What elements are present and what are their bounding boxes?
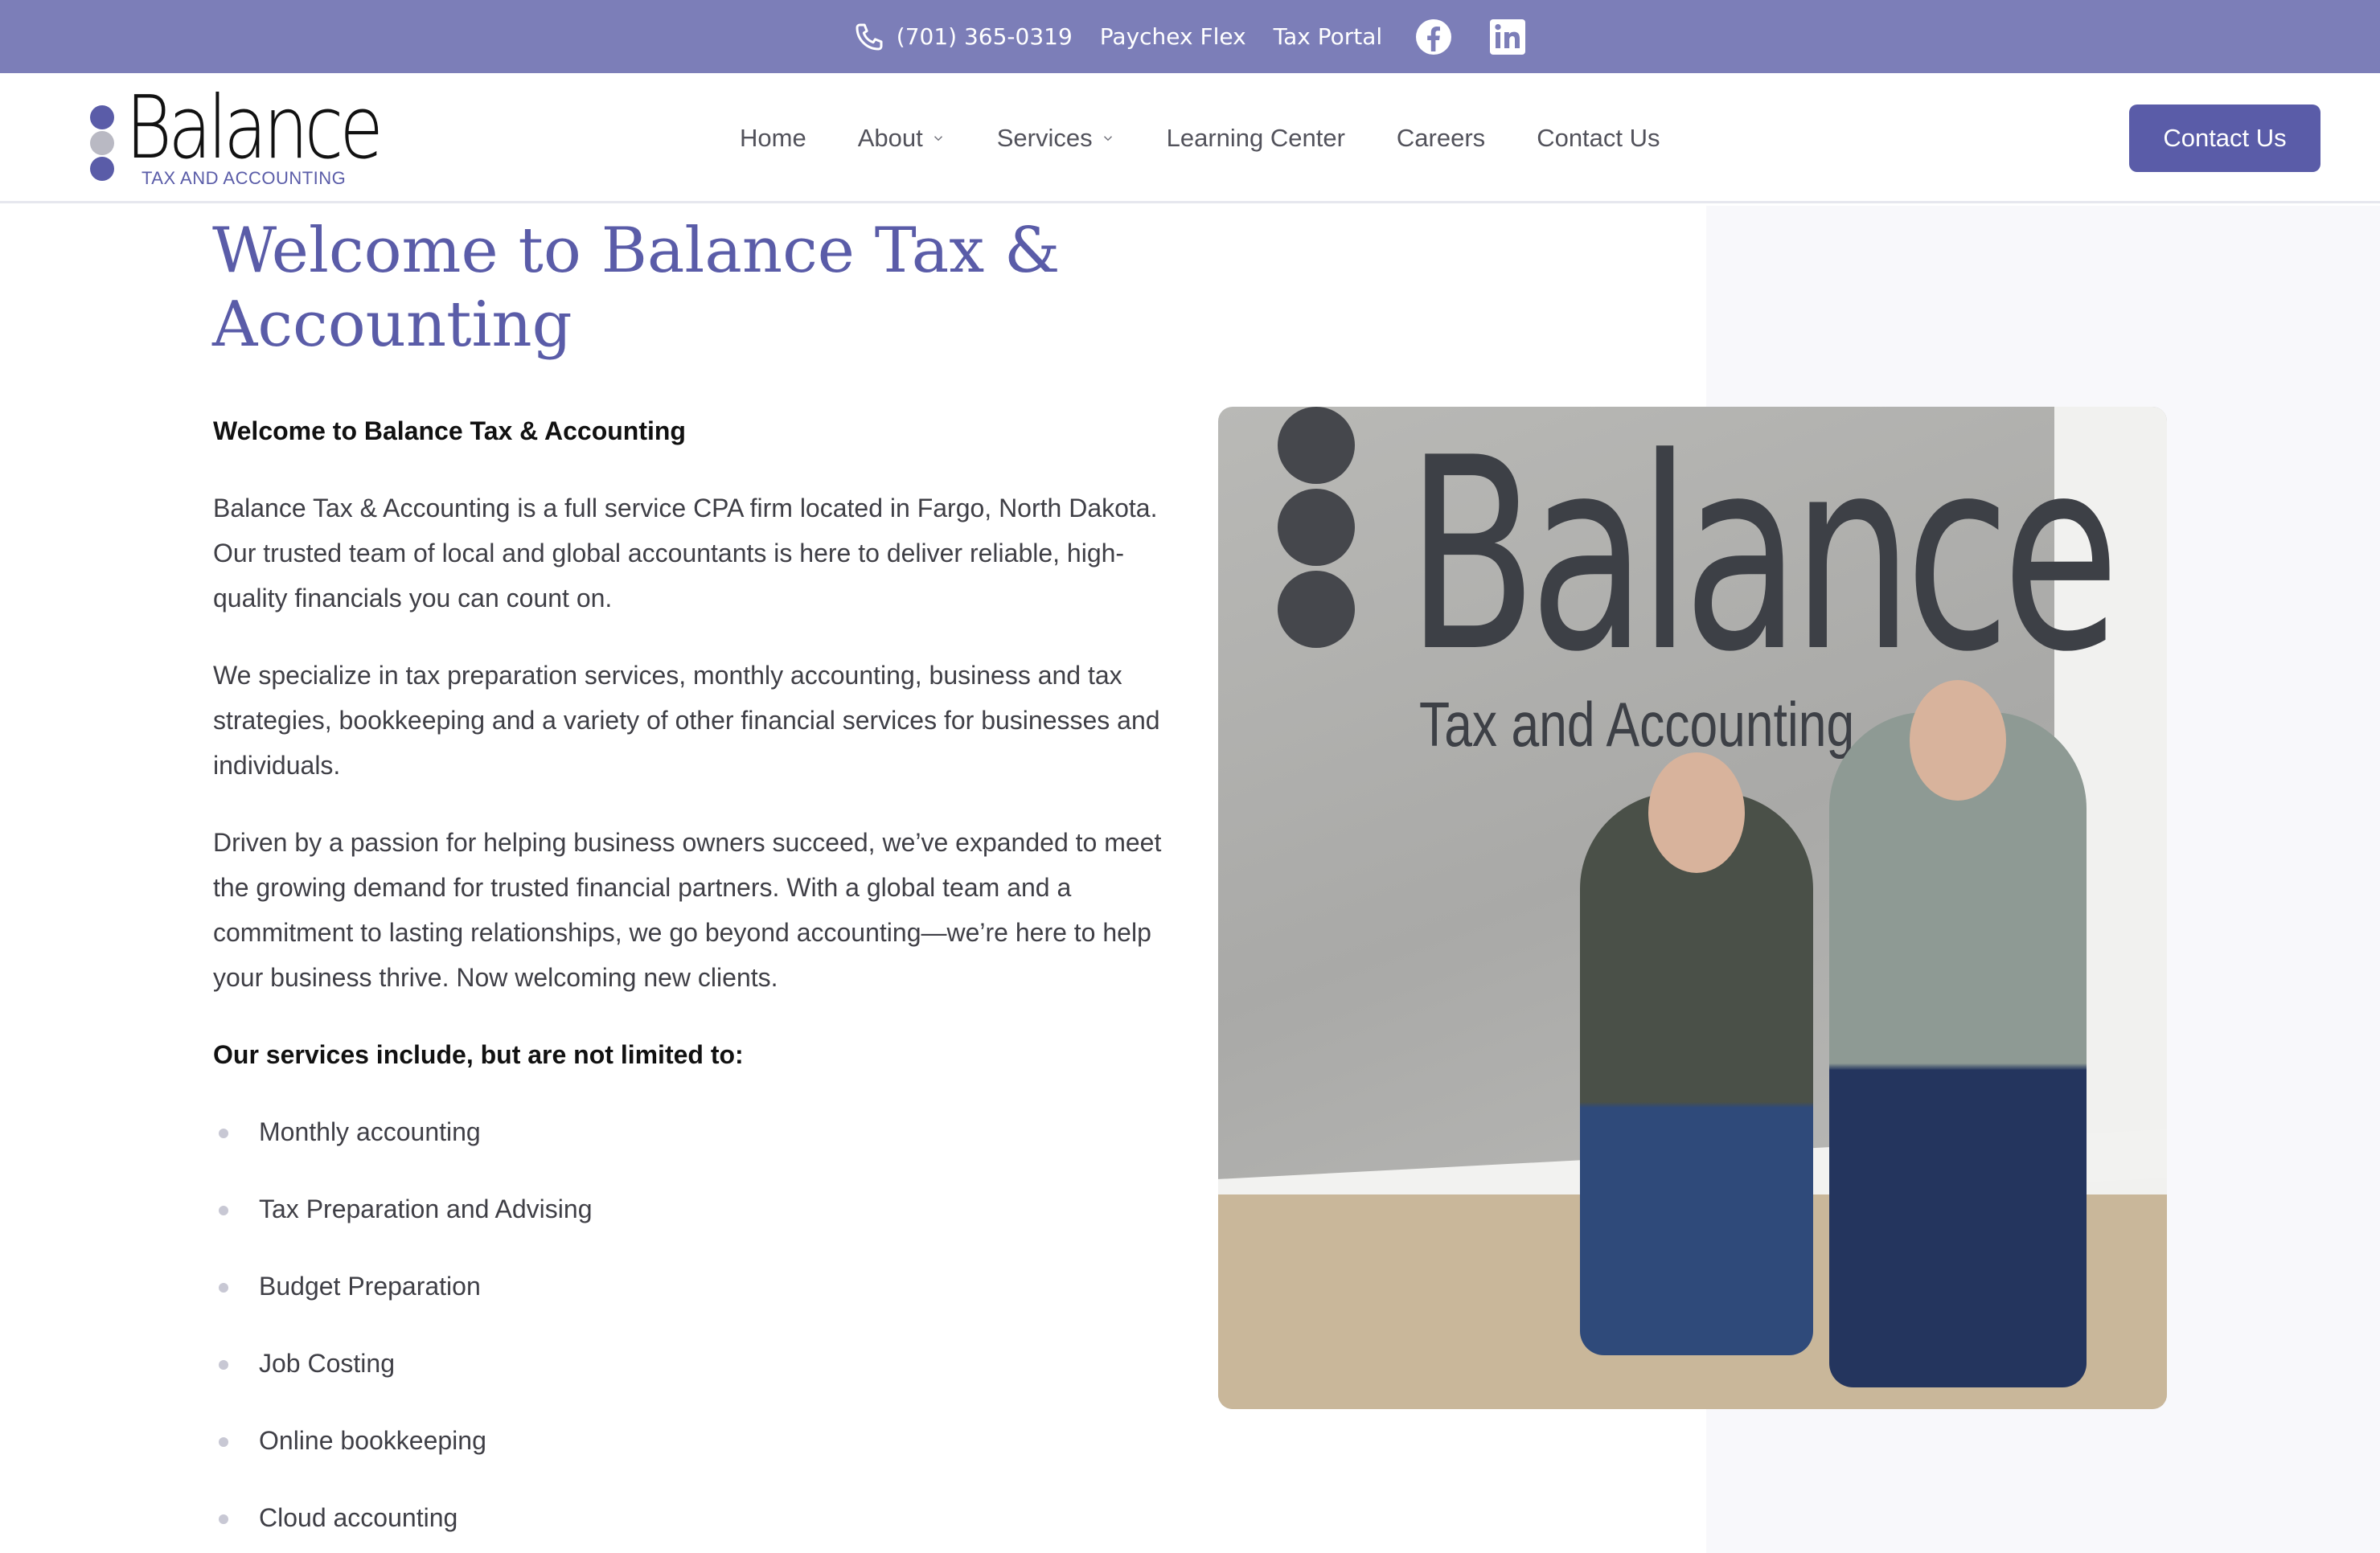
chevron-down-icon [1103,136,1112,141]
intro-lead: Welcome to Balance Tax & Accounting [213,416,686,445]
phone-number: (701) 365-0319 [896,23,1073,50]
photo-sign-sub: Tax and Accounting [1419,689,1855,760]
nav-contact-us[interactable]: Contact Us [1537,124,1660,153]
team-photo: Balance Tax and Accounting [1218,407,2167,1409]
list-item: Budget Preparation [213,1264,1170,1309]
list-item: Tax Preparation and Advising [213,1186,1170,1231]
chevron-down-icon [934,136,942,141]
nav-home[interactable]: Home [740,124,806,153]
nav-about[interactable]: About [858,124,946,153]
contact-us-button[interactable]: Contact Us [2129,104,2320,172]
page-title: Welcome to Balance Tax & Accounting [212,215,1061,361]
logo-wordmark: Balance [125,78,384,178]
linkedin-icon[interactable] [1488,18,1527,56]
social-links [1414,18,1527,56]
phone-icon [853,21,885,53]
logo-tagline: TAX AND ACCOUNTING [142,168,347,188]
photo-sign-word: Balance [1406,407,2119,710]
site-logo[interactable]: Balance TAX AND ACCOUNTING [87,78,392,192]
list-item: Job Costing [213,1341,1170,1386]
paychex-flex-link[interactable]: Paychex Flex [1100,23,1246,50]
list-item: Online bookkeeping [213,1418,1170,1463]
intro-content: Welcome to Balance Tax & Accounting Bala… [213,408,1170,1553]
services-heading: Our services include, but are not limite… [213,1040,744,1069]
intro-paragraph: We specialize in tax preparation service… [213,661,1160,780]
services-list: Monthly accounting Tax Preparation and A… [213,1109,1170,1540]
main-nav: Home About Services Learning Center Care… [740,73,1660,203]
logo-dots-icon [90,105,117,182]
intro-paragraph: Driven by a passion for helping business… [213,828,1162,992]
photo-person [1829,712,2087,1387]
photo-person [1580,793,1813,1355]
tax-portal-link[interactable]: Tax Portal [1274,23,1383,50]
photo-person-head [1910,680,2006,801]
photo-person-head [1648,752,1745,873]
nav-careers[interactable]: Careers [1397,124,1485,153]
top-bar: (701) 365-0319 Paychex Flex Tax Portal [0,0,2380,73]
nav-learning-center[interactable]: Learning Center [1167,124,1345,153]
nav-services[interactable]: Services [997,124,1115,153]
list-item: Cloud accounting [213,1495,1170,1540]
site-header: Balance TAX AND ACCOUNTING Home About Se… [0,73,2380,203]
phone-link[interactable]: (701) 365-0319 [853,21,1073,53]
facebook-icon[interactable] [1414,18,1453,56]
list-item: Monthly accounting [213,1109,1170,1154]
intro-paragraph: Balance Tax & Accounting is a full servi… [213,494,1158,613]
photo-logo-dots-icon [1278,407,1355,653]
